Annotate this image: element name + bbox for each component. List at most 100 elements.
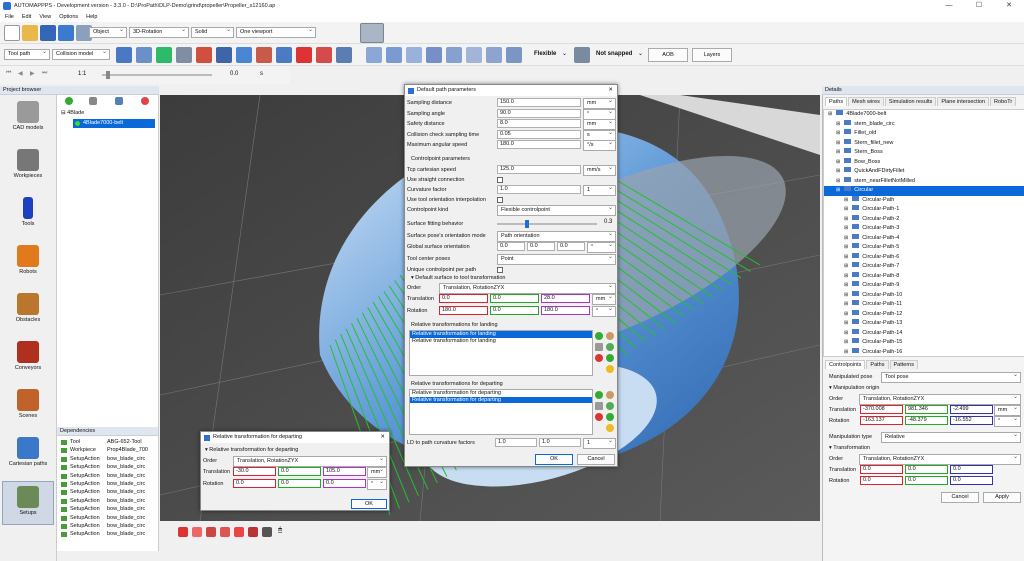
landing-up-icon[interactable] (606, 343, 614, 351)
dlg-rotation-y[interactable]: 0.0 (490, 306, 539, 315)
path-tree-item[interactable]: ⊞ Circular-Path-14 (824, 328, 1024, 339)
rotation2-y[interactable]: 0.0 (905, 476, 948, 485)
tab-mesh-wires[interactable]: Mesh wires (848, 97, 884, 106)
path-tree-item[interactable]: ⊞ Circular (824, 186, 1024, 196)
expand-icon[interactable]: ⊞ (844, 282, 848, 288)
dependency-row[interactable]: SetupAction bow_blade_circ (59, 463, 157, 471)
landing-add-icon[interactable] (595, 332, 603, 340)
param-field[interactable]: 90.0 (497, 108, 581, 118)
translation2-x[interactable]: 0.0 (860, 465, 903, 474)
order2-select[interactable]: Translation, RotationZYX (859, 454, 1021, 465)
curve-trim-icon[interactable] (506, 47, 522, 63)
open-folder-icon[interactable] (22, 25, 38, 41)
dependency-row[interactable]: SetupAction bow_blade_circ (59, 472, 157, 480)
param-field[interactable]: 180.0 (497, 140, 581, 149)
menu-view[interactable]: View (39, 14, 51, 20)
menu-file[interactable]: File (5, 14, 14, 20)
dlg-translation-unit[interactable]: mm (592, 294, 616, 305)
copy-item-icon[interactable] (115, 97, 123, 105)
expand-icon[interactable]: ⊞ (836, 178, 840, 184)
expand-icon[interactable]: ⊞ (844, 349, 848, 355)
tree-node-belt[interactable]: 4Blade7000-belt (73, 119, 155, 128)
rt-rotation-z[interactable]: 0.0 (323, 479, 366, 488)
tab-controlpoints[interactable]: Controlpoints (825, 360, 866, 369)
dlg-translation-y[interactable]: 0.0 (490, 294, 539, 303)
tab-simulation-results[interactable]: Simulation results (884, 97, 937, 106)
tab-paths[interactable]: Paths (825, 97, 848, 106)
layers-button[interactable]: Layers (692, 48, 732, 62)
remove-icon[interactable] (141, 97, 149, 105)
rotation2-z[interactable]: 0.0 (950, 476, 993, 485)
expand-icon[interactable]: ⊞ (844, 311, 848, 317)
view-back-icon[interactable] (192, 527, 202, 537)
dlg-rotation-unit[interactable]: ° (592, 306, 616, 317)
dependency-row[interactable]: SetupAction bow_blade_circ (59, 530, 157, 538)
setup-icon[interactable] (236, 47, 252, 63)
grid-icon[interactable] (176, 47, 192, 63)
dependency-row[interactable]: SetupAction bow_blade_circ (59, 455, 157, 463)
nav-tools[interactable]: Tools (2, 193, 54, 237)
translation2-z[interactable]: 0.0 (950, 465, 993, 474)
save-item-icon[interactable] (89, 97, 97, 105)
param-unit[interactable]: °/s (583, 140, 616, 151)
expand-icon[interactable]: ⊞ (844, 292, 848, 298)
expand-icon[interactable]: ⊞ (844, 225, 848, 231)
path-tree-item[interactable]: ⊞ Circular-Path-9 (824, 281, 1024, 291)
nav-setups[interactable]: Setups (2, 481, 54, 525)
expand-icon[interactable]: ⊞ (836, 159, 840, 165)
landing-item-2[interactable]: Relative transformation for landing (410, 338, 592, 345)
ld-field-1[interactable]: 1.0 (495, 438, 537, 447)
snap-icon[interactable] (574, 47, 590, 63)
expand-icon[interactable]: ⊞ (836, 168, 840, 174)
path-tree-item[interactable]: ⊞ Stern_Boss (824, 148, 1024, 158)
ld-unit[interactable]: 1 (583, 438, 616, 449)
landing-down-icon[interactable] (606, 354, 614, 362)
rt-translation-z[interactable]: 105.0 (323, 467, 366, 476)
dlg-cancel-button[interactable]: Cancel (577, 454, 615, 465)
path-tree-item[interactable]: ⊞ Circular-Path-10 (824, 290, 1024, 301)
dependency-row[interactable]: SetupAction bow_blade_circ (59, 514, 157, 522)
menu-edit[interactable]: Edit (22, 14, 31, 20)
dlg-rotation-x[interactable]: 180.0 (439, 306, 488, 315)
aob-button[interactable]: AOB (648, 48, 688, 62)
move-icon[interactable] (336, 47, 352, 63)
tab-paths-bottom[interactable]: Paths (866, 360, 889, 369)
landing-list[interactable]: Relative transformation for landing Rela… (409, 330, 593, 376)
robot-tool-icon[interactable] (116, 47, 132, 63)
play-icon[interactable]: ▶ (30, 70, 35, 77)
rt-rotation-x[interactable]: 0.0 (233, 479, 276, 488)
mouse-icon[interactable]: 🖱 (278, 527, 282, 535)
curve-join-icon[interactable] (406, 47, 422, 63)
expand-icon[interactable]: ⊞ (828, 111, 832, 117)
expand-icon[interactable]: ⊞ (844, 235, 848, 241)
path-tree-item[interactable]: ⊞ Circular-Path-7 (824, 262, 1024, 272)
stop-icon[interactable] (296, 47, 312, 63)
rt-order-select[interactable]: Translation, RotationZYX (233, 456, 387, 467)
workpiece-icon[interactable] (216, 47, 232, 63)
rt-rotation-y[interactable]: 0.0 (278, 479, 321, 488)
rotation-select[interactable]: 3D-Rotation (129, 27, 189, 38)
tree-node-4blade[interactable]: ⊟ 4Blade (61, 110, 84, 116)
departing-list[interactable]: Relative transformation for departing Re… (409, 389, 593, 435)
order-select[interactable]: Translation, RotationZYX (859, 394, 1021, 405)
dlg-rotation-z[interactable]: 180.0 (541, 306, 590, 315)
path-icon[interactable] (136, 47, 152, 63)
path-tree-item[interactable]: ⊞ Circular-Path-16 (824, 347, 1024, 357)
dependency-row[interactable]: SetupAction bow_blade_circ (59, 522, 157, 530)
details-apply-button[interactable]: Apply (983, 492, 1021, 503)
sfb-slider[interactable] (497, 220, 597, 228)
param-unit[interactable]: ° (583, 108, 616, 120)
path-tree-item[interactable]: ⊞ Circular-Path-3 (824, 224, 1024, 234)
expand-icon[interactable]: ⊞ (844, 197, 848, 203)
view-left-icon[interactable] (206, 527, 216, 537)
path-tree-item[interactable]: ⊞ stern_blade_circ (824, 119, 1024, 130)
rotation-x[interactable]: -163.137 (860, 416, 903, 425)
dlg-translation-z[interactable]: 28.0 (541, 294, 590, 303)
layout-icon[interactable] (360, 23, 384, 43)
departing-add-icon[interactable] (595, 391, 603, 399)
path-tree-item[interactable]: ⊞ stern_nearFilletNotMilled (824, 176, 1024, 187)
dependency-row[interactable]: Workpiece Prop4Blade_700 (59, 446, 157, 454)
shading-select[interactable]: Solid (191, 27, 234, 38)
view-fit-icon[interactable] (262, 527, 272, 537)
expand-icon[interactable]: ⊞ (844, 301, 848, 307)
